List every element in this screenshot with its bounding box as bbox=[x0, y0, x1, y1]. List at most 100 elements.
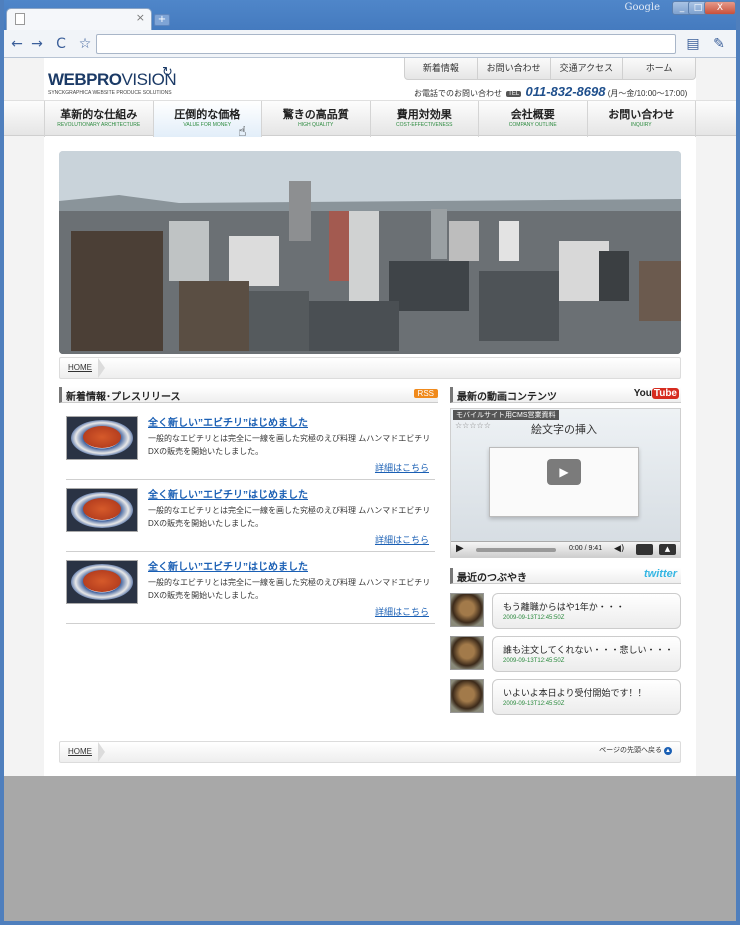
top-nav-home[interactable]: ホーム bbox=[623, 58, 695, 79]
news-item: 全く新しい”エビチリ”はじめました 一般的なエビチリとは完全に一線を画した究極の… bbox=[66, 552, 435, 624]
avatar[interactable] bbox=[450, 593, 484, 627]
hero-city-image bbox=[59, 151, 681, 354]
news-more-link[interactable]: 詳細はこちら bbox=[375, 533, 429, 546]
logo-text: WEBPROVISION bbox=[48, 70, 177, 89]
tweet-bubble: もう離職からはや1年か・・・ 2009-09-13T12:45:50Z bbox=[492, 593, 681, 629]
tel-badge: TEL bbox=[506, 90, 522, 97]
window-mode-icon[interactable] bbox=[636, 544, 653, 555]
page-container: WEBPROVISION ↻ SYNCKGRAPHICA WEBSITE PRO… bbox=[4, 58, 736, 776]
nav-cost[interactable]: 費用対効果 COST-EFFECTIVENESS bbox=[371, 101, 479, 137]
forward-button[interactable]: → bbox=[28, 35, 46, 53]
tweet-text: 誰も注文してくれない・・・悲しい・・・ bbox=[503, 645, 674, 655]
page-icon bbox=[15, 13, 25, 25]
tweet-timestamp: 2009-09-13T12:45:50Z bbox=[503, 658, 565, 664]
news-more-link[interactable]: 詳細はこちら bbox=[375, 605, 429, 618]
fullscreen-icon[interactable]: ▲ bbox=[659, 544, 676, 555]
logo-swirl-icon: ↻ bbox=[162, 65, 173, 80]
tab-strip: × + Google _ □ X bbox=[0, 0, 740, 30]
play-icon[interactable]: ▶ bbox=[456, 543, 464, 554]
top-nav-news[interactable]: 新着情報 bbox=[405, 58, 478, 79]
news-item: 全く新しい”エビチリ”はじめました 一般的なエビチリとは完全に一線を画した究極の… bbox=[66, 480, 435, 552]
close-window-button[interactable]: X bbox=[704, 1, 736, 15]
news-body: 一般的なエビチリとは完全に一線を画した究極のえび料理 ムハンマドエビチリDXの販… bbox=[148, 578, 431, 600]
news-body: 一般的なエビチリとは完全に一線を画した究極のえび料理 ムハンマドエビチリDXの販… bbox=[148, 434, 431, 456]
youtube-logo[interactable]: You Tube bbox=[634, 388, 679, 399]
news-more-link[interactable]: 詳細はこちら bbox=[375, 461, 429, 474]
volume-icon[interactable]: ◀) bbox=[614, 544, 624, 554]
window-frame-right bbox=[736, 0, 740, 925]
video-title: 絵文字の挿入 bbox=[531, 424, 597, 436]
video-label: モバイルサイト用CMS営業資料 bbox=[453, 410, 559, 420]
nav-company[interactable]: 会社概要 COMPANY OUTLINE bbox=[479, 101, 588, 137]
wrench-menu-icon[interactable]: ✎ bbox=[710, 35, 728, 53]
news-thumbnail[interactable] bbox=[66, 488, 138, 532]
logo-subtitle: SYNCKGRAPHICA WEBSITE PRODUCE SOLUTIONS bbox=[48, 90, 172, 96]
tweet-item: 誰も注文してくれない・・・悲しい・・・ 2009-09-13T12:45:50Z bbox=[450, 636, 681, 674]
breadcrumb: HOME bbox=[59, 357, 681, 379]
hand-cursor-icon: ☝ bbox=[238, 124, 247, 140]
address-bar[interactable]: ▶ bbox=[96, 34, 676, 54]
breadcrumb-arrow-icon bbox=[98, 742, 105, 762]
phone-info: お電話でのお問い合わせ TEL 011-832-8698 (月～金/10:00～… bbox=[414, 84, 687, 99]
main-nav: 革新的な仕組み REVOLUTIONARY ARCHITECTURE 圧倒的な価格… bbox=[4, 100, 736, 137]
big-play-icon[interactable]: ▶ bbox=[547, 459, 581, 485]
reload-button[interactable]: C bbox=[52, 35, 70, 53]
tweet-item: もう離職からはや1年か・・・ 2009-09-13T12:45:50Z bbox=[450, 593, 681, 631]
window-frame-left bbox=[0, 0, 4, 925]
news-thumbnail[interactable] bbox=[66, 560, 138, 604]
video-heading: 最新の動画コンテンツ You Tube bbox=[450, 387, 681, 403]
back-to-top-link[interactable]: ページの先頭へ戻る ▲ bbox=[599, 747, 672, 755]
tweet-text: もう離職からはや1年か・・・ bbox=[503, 602, 625, 612]
tweet-timestamp: 2009-09-13T12:45:50Z bbox=[503, 615, 565, 621]
browser-chrome: × + Google _ □ X ← → C ☆ ▶ ▤ ✎ bbox=[0, 0, 740, 60]
news-title-link[interactable]: 全く新しい”エビチリ”はじめました bbox=[148, 558, 308, 573]
page-viewport: WEBPROVISION ↻ SYNCKGRAPHICA WEBSITE PRO… bbox=[4, 58, 736, 776]
rss-icon[interactable]: RSS bbox=[413, 389, 438, 398]
news-title-link[interactable]: 全く新しい”エビチリ”はじめました bbox=[148, 486, 308, 501]
breadcrumb-arrow-icon bbox=[98, 358, 105, 378]
page-menu-icon[interactable]: ▤ bbox=[684, 35, 702, 53]
tweet-item: いよいよ本日より受付開始です！！ 2009-09-13T12:45:50Z bbox=[450, 679, 681, 717]
nav-inquiry[interactable]: お問い合わせ INQUIRY bbox=[588, 101, 696, 137]
footer-breadcrumb: HOME ページの先頭へ戻る ▲ bbox=[59, 741, 681, 763]
back-to-top-label: ページの先頭へ戻る bbox=[599, 747, 662, 754]
nav-architecture[interactable]: 革新的な仕組み REVOLUTIONARY ARCHITECTURE bbox=[44, 101, 154, 137]
top-nav-access[interactable]: 交通アクセス bbox=[551, 58, 624, 79]
new-tab-button[interactable]: + bbox=[154, 14, 170, 26]
arrow-up-icon: ▲ bbox=[664, 747, 672, 755]
breadcrumb-home[interactable]: HOME bbox=[68, 747, 92, 756]
tab-close-icon[interactable]: × bbox=[136, 11, 145, 24]
video-time: 0:00 / 9:41 bbox=[569, 545, 603, 552]
tweet-bubble: 誰も注文してくれない・・・悲しい・・・ 2009-09-13T12:45:50Z bbox=[492, 636, 681, 672]
tweets-heading: 最近のつぶやき twitter bbox=[450, 568, 681, 584]
nav-quality[interactable]: 驚きの高品質 HIGH QUALITY bbox=[262, 101, 371, 137]
tweet-text: いよいよ本日より受付開始です！！ bbox=[503, 688, 647, 698]
news-title-link[interactable]: 全く新しい”エビチリ”はじめました bbox=[148, 414, 308, 429]
bookmark-star-icon[interactable]: ☆ bbox=[76, 35, 94, 53]
site-logo[interactable]: WEBPROVISION ↻ SYNCKGRAPHICA WEBSITE PRO… bbox=[48, 65, 177, 96]
phone-label: お電話でのお問い合わせ bbox=[414, 89, 502, 98]
browser-brand: Google bbox=[624, 2, 660, 13]
news-item: 全く新しい”エビチリ”はじめました 一般的なエビチリとは完全に一線を画した究極の… bbox=[66, 408, 435, 480]
video-progress-bar[interactable] bbox=[476, 548, 556, 552]
video-controls: ▶ 0:00 / 9:41 ◀) ▲ bbox=[451, 541, 680, 557]
back-button[interactable]: ← bbox=[8, 35, 26, 53]
breadcrumb-home[interactable]: HOME bbox=[68, 363, 92, 372]
phone-hours: (月～金/10:00～17:00) bbox=[607, 89, 688, 98]
video-player[interactable]: モバイルサイト用CMS営業資料 ☆☆☆☆☆ 絵文字の挿入 ▶ ▶ 0:00 / … bbox=[450, 408, 681, 558]
video-rating-stars: ☆☆☆☆☆ bbox=[455, 421, 491, 430]
browser-toolbar: ← → C ☆ ▶ ▤ ✎ bbox=[0, 30, 740, 58]
twitter-logo[interactable]: twitter bbox=[644, 568, 677, 580]
tweet-timestamp: 2009-09-13T12:45:50Z bbox=[503, 701, 565, 707]
avatar[interactable] bbox=[450, 636, 484, 670]
tweet-bubble: いよいよ本日より受付開始です！！ 2009-09-13T12:45:50Z bbox=[492, 679, 681, 715]
top-nav: 新着情報 お問い合わせ 交通アクセス ホーム bbox=[404, 58, 696, 80]
browser-tab[interactable]: × bbox=[6, 8, 152, 30]
news-heading: 新着情報･プレスリリース RSS bbox=[59, 387, 438, 403]
phone-number: 011-832-8698 bbox=[525, 84, 606, 99]
avatar[interactable] bbox=[450, 679, 484, 713]
top-nav-inquiry[interactable]: お問い合わせ bbox=[478, 58, 551, 79]
window-frame-bottom bbox=[0, 921, 740, 925]
news-body: 一般的なエビチリとは完全に一線を画した究極のえび料理 ムハンマドエビチリDXの販… bbox=[148, 506, 431, 528]
news-thumbnail[interactable] bbox=[66, 416, 138, 460]
